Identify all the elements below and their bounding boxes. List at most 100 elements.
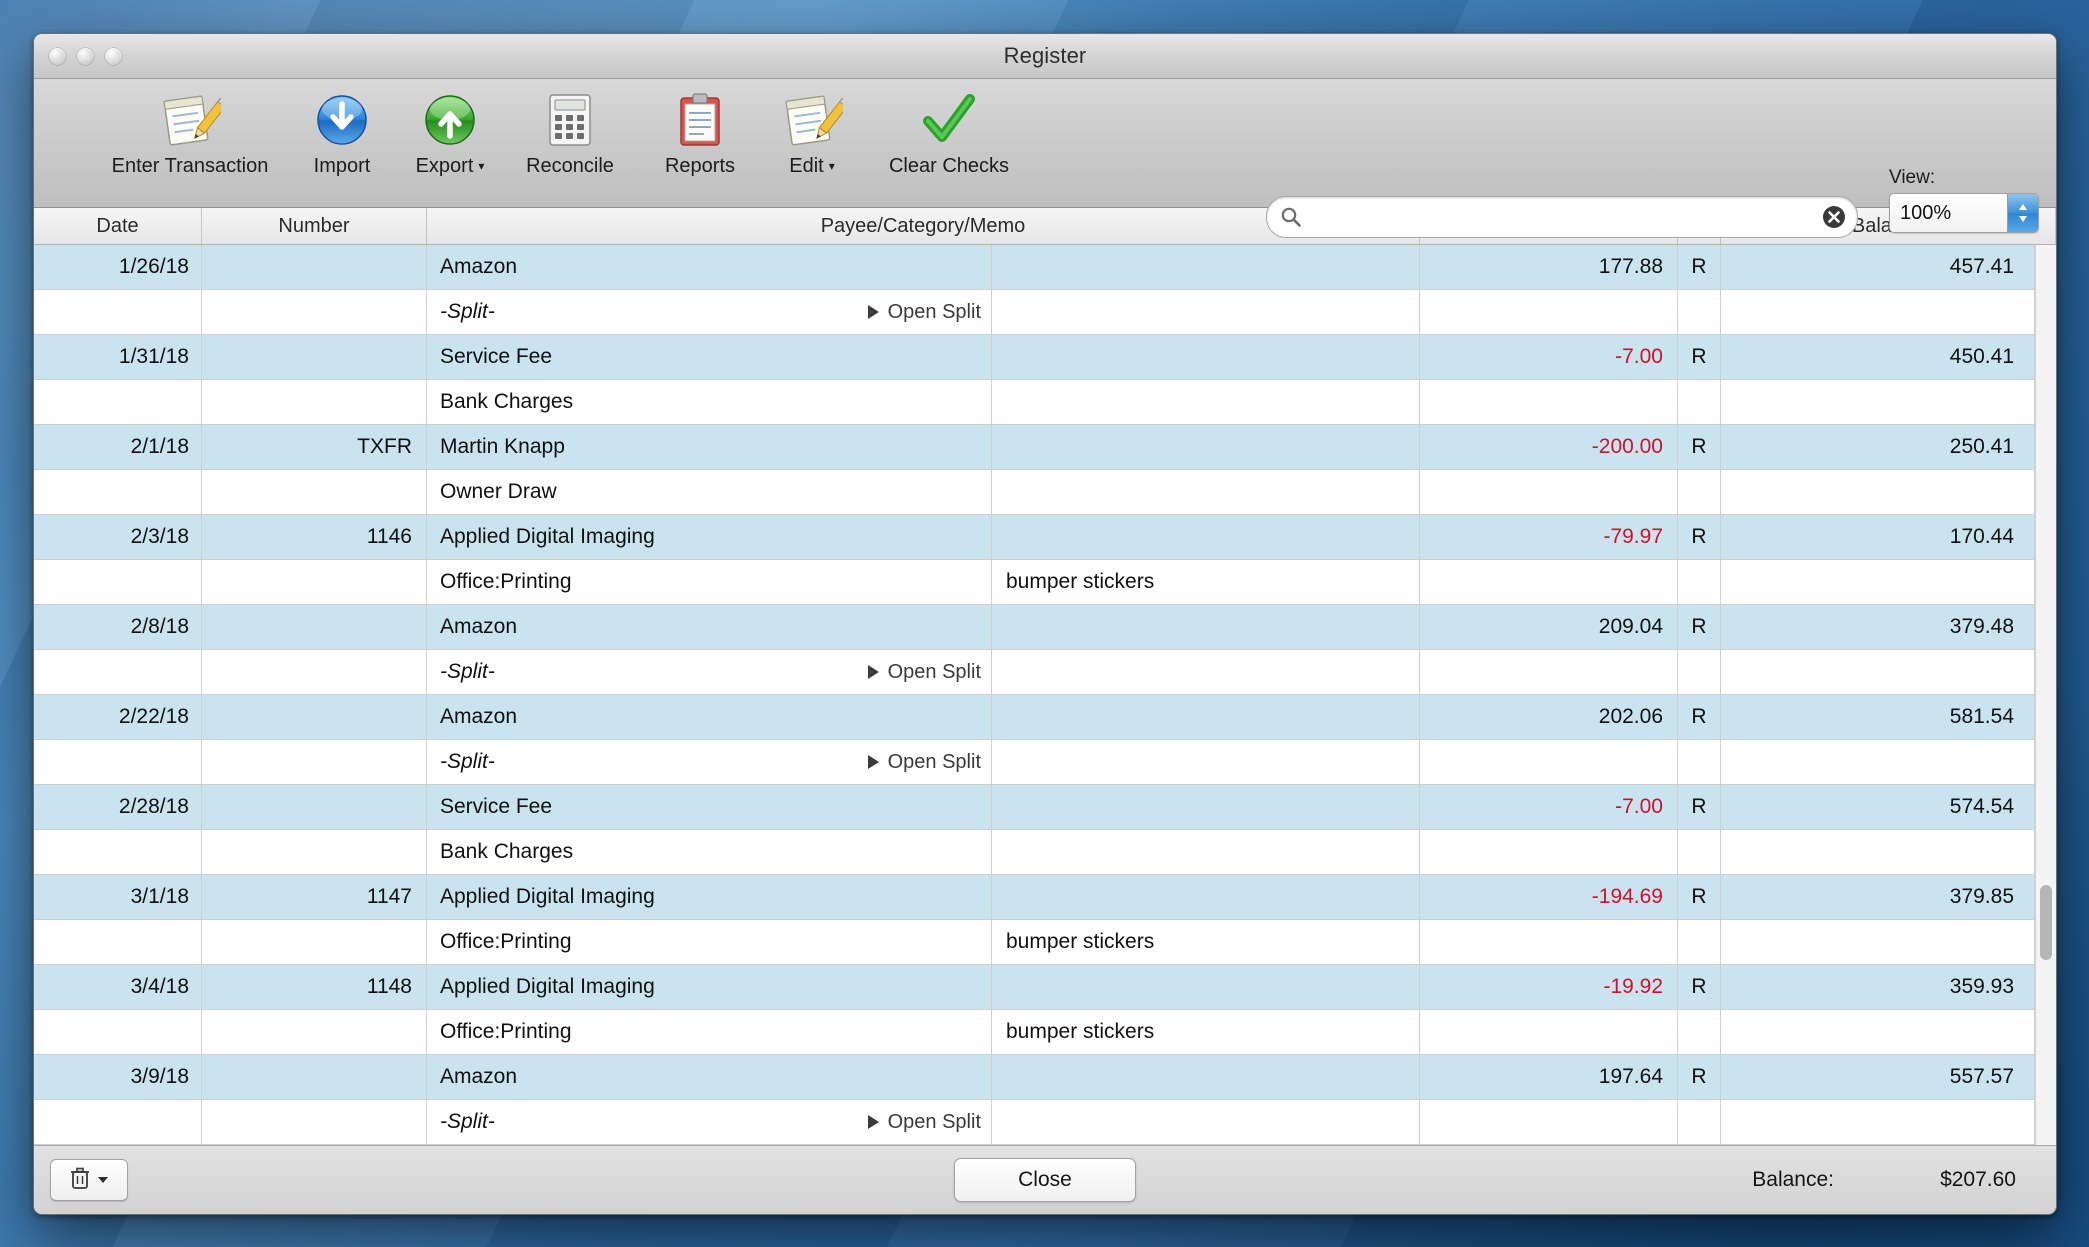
cell-category[interactable]: Office:Printing [427, 1010, 992, 1055]
cell-payee[interactable]: Amazon [427, 695, 992, 740]
view-zoom-stepper[interactable]: 100% [1889, 193, 2039, 233]
cell-memo[interactable] [992, 1055, 1420, 1100]
cell-payee[interactable]: Applied Digital Imaging [427, 965, 992, 1010]
open-split-button[interactable]: Open Split [868, 661, 991, 684]
table-row[interactable]: 2/1/18TXFRMartin Knapp-200.00R250.41 [34, 425, 2035, 470]
cell-number[interactable]: 1146 [202, 515, 427, 560]
table-row-detail[interactable]: Owner Draw [34, 470, 2035, 515]
table-row-detail[interactable]: -Split-Open Split [34, 290, 2035, 335]
table-row[interactable]: 3/9/18Amazon197.64R557.57 [34, 1055, 2035, 1100]
clear-x-icon[interactable] [1821, 204, 1847, 230]
cell-category[interactable]: -Split-Open Split [427, 740, 992, 785]
cell-memo[interactable] [992, 740, 1420, 785]
cell-category[interactable]: -Split-Open Split [427, 290, 992, 335]
table-row[interactable]: 3/4/181148Applied Digital Imaging -19.92R… [34, 965, 2035, 1010]
scrollbar-thumb[interactable] [2040, 885, 2052, 960]
table-row[interactable]: 2/22/18Amazon202.06R581.54 [34, 695, 2035, 740]
table-row[interactable]: 1/26/18Amazon177.88R457.41 [34, 245, 2035, 290]
cell-payee[interactable]: Amazon [427, 605, 992, 650]
cell-number[interactable] [202, 605, 427, 650]
search-field[interactable] [1266, 196, 1858, 238]
cell-memo[interactable] [992, 785, 1420, 830]
cell-payee[interactable]: Applied Digital Imaging [427, 875, 992, 920]
table-row-detail[interactable]: -Split-Open Split [34, 650, 2035, 695]
table-row[interactable]: 1/31/18Service Fee-7.00R450.41 [34, 335, 2035, 380]
import-button[interactable]: Import [288, 87, 396, 178]
cell-payee[interactable]: Service Fee [427, 785, 992, 830]
cell-payee[interactable]: Martin Knapp [427, 425, 992, 470]
cell-payee[interactable]: Amazon [427, 245, 992, 290]
cell-amount[interactable]: -200.00 [1420, 425, 1678, 470]
cell-date[interactable]: 2/22/18 [34, 695, 202, 740]
cell-memo[interactable] [992, 425, 1420, 470]
cell-clr[interactable]: R [1678, 965, 1721, 1010]
cell-date[interactable]: 3/4/18 [34, 965, 202, 1010]
column-header-number[interactable]: Number [202, 208, 427, 244]
cell-clr[interactable]: R [1678, 695, 1721, 740]
cell-number[interactable]: 1148 [202, 965, 427, 1010]
cell-memo[interactable] [992, 650, 1420, 695]
cell-number[interactable] [202, 1055, 427, 1100]
cell-payee[interactable]: Amazon [427, 1055, 992, 1100]
open-split-button[interactable]: Open Split [868, 751, 991, 774]
cell-date[interactable]: 2/8/18 [34, 605, 202, 650]
table-row-detail[interactable]: -Split-Open Split [34, 740, 2035, 785]
cell-number[interactable]: TXFR [202, 425, 427, 470]
cell-memo[interactable] [992, 515, 1420, 560]
cell-clr[interactable]: R [1678, 875, 1721, 920]
table-row-detail[interactable]: Bank Charges [34, 380, 2035, 425]
cell-number[interactable] [202, 245, 427, 290]
cell-category[interactable]: -Split-Open Split [427, 650, 992, 695]
cell-memo[interactable] [992, 605, 1420, 650]
cell-amount[interactable]: 197.64 [1420, 1055, 1678, 1100]
open-split-button[interactable]: Open Split [868, 1111, 991, 1134]
cell-date[interactable]: 2/3/18 [34, 515, 202, 560]
cell-memo[interactable] [992, 335, 1420, 380]
table-row-detail[interactable]: Office:Printingbumper stickers [34, 920, 2035, 965]
cell-memo[interactable] [992, 470, 1420, 515]
export-button[interactable]: Export▾ [396, 87, 504, 178]
cell-category[interactable]: Owner Draw [427, 470, 992, 515]
cell-clr[interactable]: R [1678, 605, 1721, 650]
cell-category[interactable]: -Split-Open Split [427, 1100, 992, 1145]
cell-memo[interactable] [992, 830, 1420, 875]
view-zoom-value[interactable]: 100% [1890, 202, 2007, 225]
cell-category[interactable]: Office:Printing [427, 920, 992, 965]
cell-amount[interactable]: -79.97 [1420, 515, 1678, 560]
cell-memo[interactable] [992, 380, 1420, 425]
cell-number[interactable] [202, 695, 427, 740]
table-row-detail[interactable]: Office:Printingbumper stickers [34, 1010, 2035, 1055]
cell-payee[interactable]: Applied Digital Imaging [427, 515, 992, 560]
cell-clr[interactable]: R [1678, 425, 1721, 470]
cell-number[interactable] [202, 785, 427, 830]
cell-number[interactable]: 1147 [202, 875, 427, 920]
enter-transaction-button[interactable]: Enter Transaction [92, 87, 288, 178]
table-row[interactable]: 2/8/18Amazon209.04R379.48 [34, 605, 2035, 650]
cell-amount[interactable]: -7.00 [1420, 335, 1678, 380]
cell-amount[interactable]: 209.04 [1420, 605, 1678, 650]
cell-category[interactable]: Bank Charges [427, 380, 992, 425]
cell-clr[interactable]: R [1678, 1055, 1721, 1100]
table-row-detail[interactable]: -Split-Open Split [34, 1100, 2035, 1145]
cell-date[interactable]: 2/28/18 [34, 785, 202, 830]
cell-date[interactable]: 1/31/18 [34, 335, 202, 380]
cell-clr[interactable]: R [1678, 245, 1721, 290]
cell-payee[interactable]: Service Fee [427, 335, 992, 380]
cell-clr[interactable]: R [1678, 785, 1721, 830]
cell-clr[interactable]: R [1678, 515, 1721, 560]
cell-memo[interactable] [992, 290, 1420, 335]
clear-checks-button[interactable]: Clear Checks [860, 87, 1038, 178]
column-header-date[interactable]: Date [34, 208, 202, 244]
cell-memo[interactable] [992, 695, 1420, 740]
cell-date[interactable]: 3/9/18 [34, 1055, 202, 1100]
table-row-detail[interactable]: Bank Charges [34, 830, 2035, 875]
cell-amount[interactable]: 202.06 [1420, 695, 1678, 740]
cell-amount[interactable]: -19.92 [1420, 965, 1678, 1010]
delete-transaction-button[interactable] [50, 1159, 128, 1201]
table-row[interactable]: 2/28/18Service Fee-7.00R574.54 [34, 785, 2035, 830]
table-row[interactable]: 2/3/181146Applied Digital Imaging -79.97R… [34, 515, 2035, 560]
window-titlebar[interactable]: Register [34, 34, 2056, 79]
reports-button[interactable]: Reports [636, 87, 764, 178]
cell-amount[interactable]: 177.88 [1420, 245, 1678, 290]
cell-memo[interactable] [992, 1100, 1420, 1145]
